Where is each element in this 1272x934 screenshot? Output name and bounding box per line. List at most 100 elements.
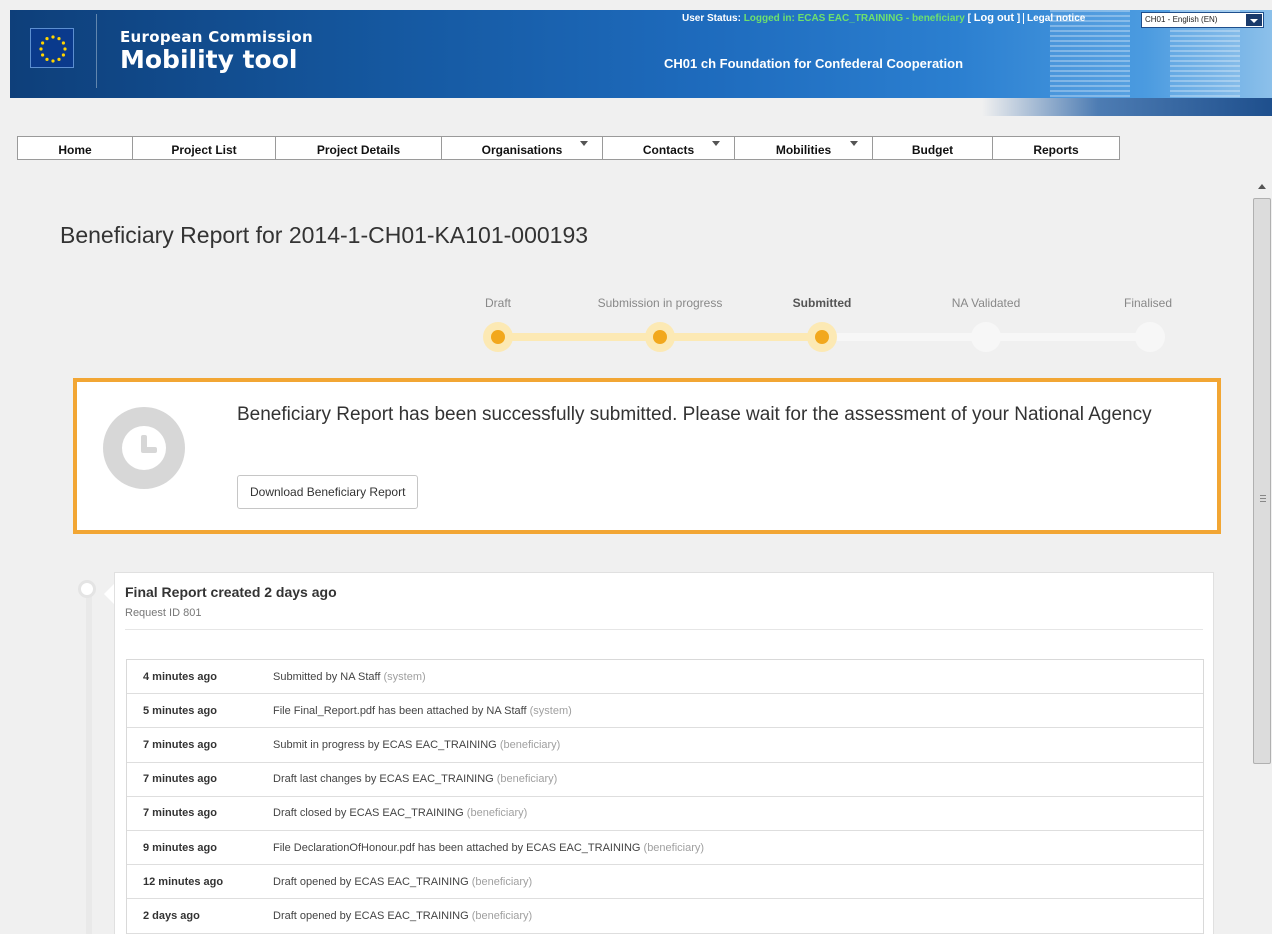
nav-label: Project Details — [316, 143, 401, 157]
user-status: User Status: Logged in: ECAS EAC_TRAININ… — [682, 12, 1086, 24]
header-background: European Commission Mobility tool CH01 c… — [10, 10, 1272, 98]
table-row: 4 minutes ago Submitted by NA Staff (syst… — [127, 660, 1203, 695]
row-text: Submitted by NA Staff (system) — [273, 671, 426, 683]
row-action: Submit in progress by ECAS EAC_TRAINING — [273, 738, 497, 751]
status-role: beneficiary — [912, 13, 965, 24]
row-role: (beneficiary) — [643, 841, 705, 854]
row-role: (system) — [383, 670, 426, 683]
nav-mobilities[interactable]: Mobilities — [735, 137, 873, 159]
nav-project-list[interactable]: Project List — [133, 137, 276, 159]
dropdown-arrow-icon — [850, 141, 858, 146]
table-row: 7 minutes ago Draft closed by ECAS EAC_TR… — [127, 797, 1203, 831]
page-title: Beneficiary Report for 2014-1-CH01-KA101… — [60, 222, 589, 248]
row-role: (beneficiary) — [496, 773, 558, 786]
logout-link[interactable]: Log out — [974, 12, 1014, 24]
legal-notice-link[interactable]: Legal notice — [1022, 13, 1086, 24]
step-dot-submission — [645, 322, 675, 352]
row-text: File Final_Report.pdf has been attached … — [273, 705, 572, 717]
row-role: (beneficiary) — [499, 738, 561, 751]
row-time: 9 minutes ago — [143, 841, 217, 854]
clock-hand — [141, 447, 157, 453]
row-role: (beneficiary) — [471, 909, 533, 922]
bracket-close: ] — [1016, 13, 1021, 24]
nav-project-details[interactable]: Project Details — [276, 137, 442, 159]
nav-label: Mobilities — [775, 143, 832, 157]
timeline-line — [86, 592, 92, 934]
app-title: Mobility tool — [120, 45, 298, 74]
download-report-button[interactable]: Download Beneficiary Report — [237, 475, 419, 509]
timeline-title: Final Report created 2 days ago — [125, 584, 337, 600]
eu-flag-logo — [30, 28, 74, 68]
row-time: 7 minutes ago — [143, 738, 217, 751]
step-dot-finalised — [1135, 322, 1165, 352]
chevron-down-icon[interactable] — [1246, 14, 1262, 26]
status-login: Logged in: ECAS EAC_TRAINING - — [743, 13, 910, 24]
nav-organisations[interactable]: Organisations — [442, 137, 603, 159]
nav-label: Organisations — [481, 143, 563, 157]
nav-label: Home — [58, 143, 92, 157]
nav-reports[interactable]: Reports — [993, 137, 1119, 159]
clock-icon — [103, 407, 185, 489]
row-text: Draft last changes by ECAS EAC_TRAINING … — [273, 773, 557, 785]
card-divider — [125, 629, 1203, 630]
scrollbar-thumb[interactable] — [1253, 198, 1271, 764]
header-stripe — [982, 98, 1272, 116]
row-time: 4 minutes ago — [143, 670, 217, 683]
nav-budget[interactable]: Budget — [873, 137, 993, 159]
row-time: 5 minutes ago — [143, 704, 217, 717]
scroll-up-icon[interactable] — [1258, 184, 1266, 189]
row-text: File DeclarationOfHonour.pdf has been at… — [273, 842, 704, 854]
nav-contacts[interactable]: Contacts — [603, 137, 735, 159]
grip-icon — [1260, 495, 1266, 502]
table-row: 2 days ago Draft opened by ECAS EAC_TRAIN… — [127, 899, 1203, 934]
step-dot-submitted — [807, 322, 837, 352]
step-label-finalised: Finalised — [1123, 296, 1173, 310]
header-divider — [96, 14, 97, 88]
row-time: 7 minutes ago — [143, 773, 217, 786]
row-time: 7 minutes ago — [143, 807, 217, 820]
row-text: Draft closed by ECAS EAC_TRAINING (benef… — [273, 807, 527, 819]
organisation-name: CH01 ch Foundation for Confederal Cooper… — [664, 56, 964, 71]
nav-label: Budget — [911, 143, 954, 157]
table-row: 12 minutes ago Draft opened by ECAS EAC_T… — [127, 865, 1203, 900]
vertical-scrollbar[interactable] — [1252, 176, 1272, 934]
row-action: File Final_Report.pdf has been attached … — [273, 704, 527, 717]
row-action: Draft closed by ECAS EAC_TRAINING — [273, 807, 464, 820]
status-label: User Status: — [682, 13, 741, 24]
nav-label: Reports — [1033, 143, 1079, 157]
brand-top: European Commission — [120, 28, 313, 46]
row-action: Submitted by NA Staff — [273, 670, 381, 683]
nav-home[interactable]: Home — [18, 137, 133, 159]
row-action: Draft last changes by ECAS EAC_TRAINING — [273, 773, 494, 786]
step-label-validated: NA Validated — [951, 296, 1021, 310]
nav-label: Project List — [171, 143, 237, 157]
request-id: Request ID 801 — [125, 607, 202, 619]
table-row: 7 minutes ago Submit in progress by ECAS … — [127, 728, 1203, 763]
table-row: 7 minutes ago Draft last changes by ECAS … — [127, 763, 1203, 797]
nav-label: Contacts — [642, 143, 695, 157]
header-banner: European Commission Mobility tool CH01 c… — [10, 10, 1272, 116]
step-dot-draft — [483, 322, 513, 352]
dropdown-arrow-icon — [712, 141, 720, 146]
language-select[interactable]: CH01 - English (EN) — [1141, 12, 1264, 28]
row-role: (system) — [529, 704, 572, 717]
timeline-card: Final Report created 2 days ago Request … — [114, 572, 1214, 934]
row-time: 12 minutes ago — [143, 875, 224, 888]
language-value: CH01 - English (EN) — [1145, 15, 1218, 24]
card-pointer — [104, 584, 114, 604]
submission-alert: Beneficiary Report has been successfully… — [73, 378, 1221, 534]
row-time: 2 days ago — [143, 909, 200, 922]
table-row: 5 minutes ago File Final_Report.pdf has b… — [127, 694, 1203, 729]
step-dot-validated — [971, 322, 1001, 352]
table-row: 9 minutes ago File DeclarationOfHonour.pd… — [127, 831, 1203, 866]
row-action: Draft opened by ECAS EAC_TRAINING — [273, 875, 469, 888]
row-role: (beneficiary) — [466, 807, 528, 820]
bracket-open: [ — [967, 13, 971, 24]
dropdown-arrow-icon — [580, 141, 588, 146]
row-action: File DeclarationOfHonour.pdf has been at… — [273, 841, 641, 854]
timeline-dot — [78, 580, 96, 598]
step-label-submitted: Submitted — [792, 296, 852, 310]
row-text: Draft opened by ECAS EAC_TRAINING (benef… — [273, 876, 532, 888]
row-role: (beneficiary) — [471, 875, 533, 888]
history-table: 4 minutes ago Submitted by NA Staff (syst… — [126, 659, 1204, 934]
